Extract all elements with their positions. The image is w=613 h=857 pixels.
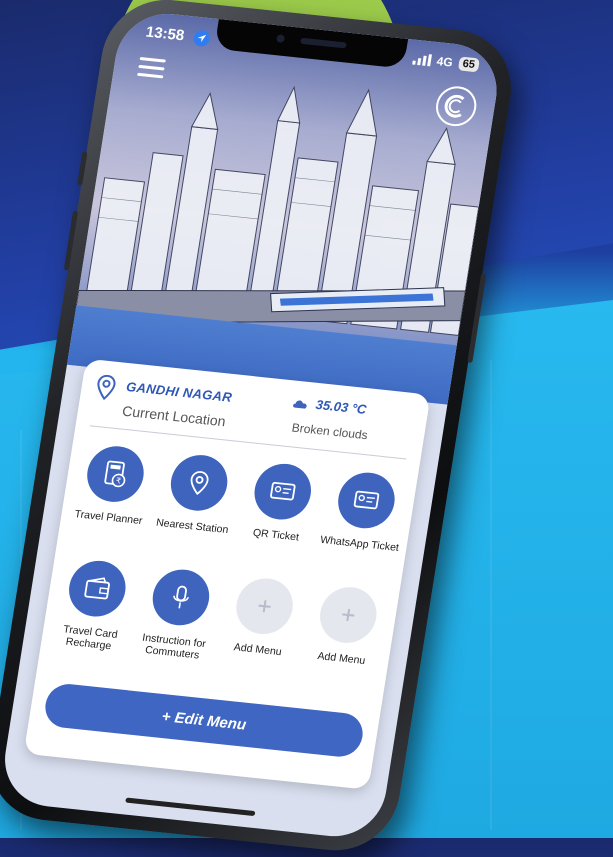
plus-icon: [342, 609, 355, 622]
temperature: 35.03 °C: [314, 396, 368, 418]
calculator-rupee-icon: ₹: [104, 460, 126, 488]
menu-tile-add-menu[interactable]: Add Menu: [300, 583, 394, 669]
menu-tile-whatsapp-ticket[interactable]: WhatsApp Ticket: [318, 469, 412, 555]
microphone-icon: [173, 585, 189, 609]
menu-label: Add Menu: [316, 650, 367, 667]
ticket-card-icon: [353, 490, 380, 510]
signal-icon: [411, 53, 432, 67]
edit-menu-button[interactable]: + Edit Menu: [42, 682, 366, 759]
menu-tile-instruction-for-commuters[interactable]: Instruction for Commuters: [130, 566, 226, 663]
cloud-icon: [293, 400, 307, 409]
plus-icon: [258, 600, 271, 613]
menu-label: QR Ticket: [251, 526, 300, 544]
location-services-icon: [192, 29, 211, 48]
earpiece-speaker: [300, 37, 347, 49]
background-map-line: [490, 360, 492, 830]
home-card: GANDHI NAGAR Current Location 35.03 °C B…: [23, 358, 431, 790]
menu-tile-add-menu[interactable]: Add Menu: [216, 574, 310, 660]
location-name[interactable]: GANDHI NAGAR: [125, 379, 233, 405]
menu-label: WhatsApp Ticket: [319, 533, 400, 554]
menu-tile-nearest-station[interactable]: Nearest Station: [150, 451, 244, 537]
menu-label: Add Menu: [232, 641, 283, 659]
weather-description: Broken clouds: [290, 420, 369, 443]
network-type: 4G: [435, 54, 454, 70]
home-indicator[interactable]: [125, 797, 256, 817]
menu-label: Travel Planner: [73, 508, 144, 528]
menu-tile-travel-card-recharge[interactable]: Travel Card Recharge: [47, 557, 143, 654]
hamburger-menu-icon[interactable]: [137, 56, 166, 79]
battery-level: 65: [457, 56, 480, 73]
ticket-card-icon: [270, 481, 296, 501]
menu-tile-travel-planner[interactable]: ₹ Travel Planner: [67, 442, 161, 528]
location-caption: Current Location: [121, 402, 227, 430]
front-camera: [275, 34, 286, 43]
menu-grid: ₹ Travel Planner Nearest Station QR Tick…: [62, 442, 412, 667]
menu-tile-qr-ticket[interactable]: QR Ticket: [234, 460, 328, 546]
menu-label: Instruction for Commuters: [141, 631, 207, 662]
menu-label: Travel Card Recharge: [62, 623, 119, 653]
menu-label: Nearest Station: [155, 516, 230, 537]
location-pin-icon: [190, 471, 209, 496]
wallet-icon: [84, 577, 110, 600]
location-pin-icon: [97, 374, 116, 401]
